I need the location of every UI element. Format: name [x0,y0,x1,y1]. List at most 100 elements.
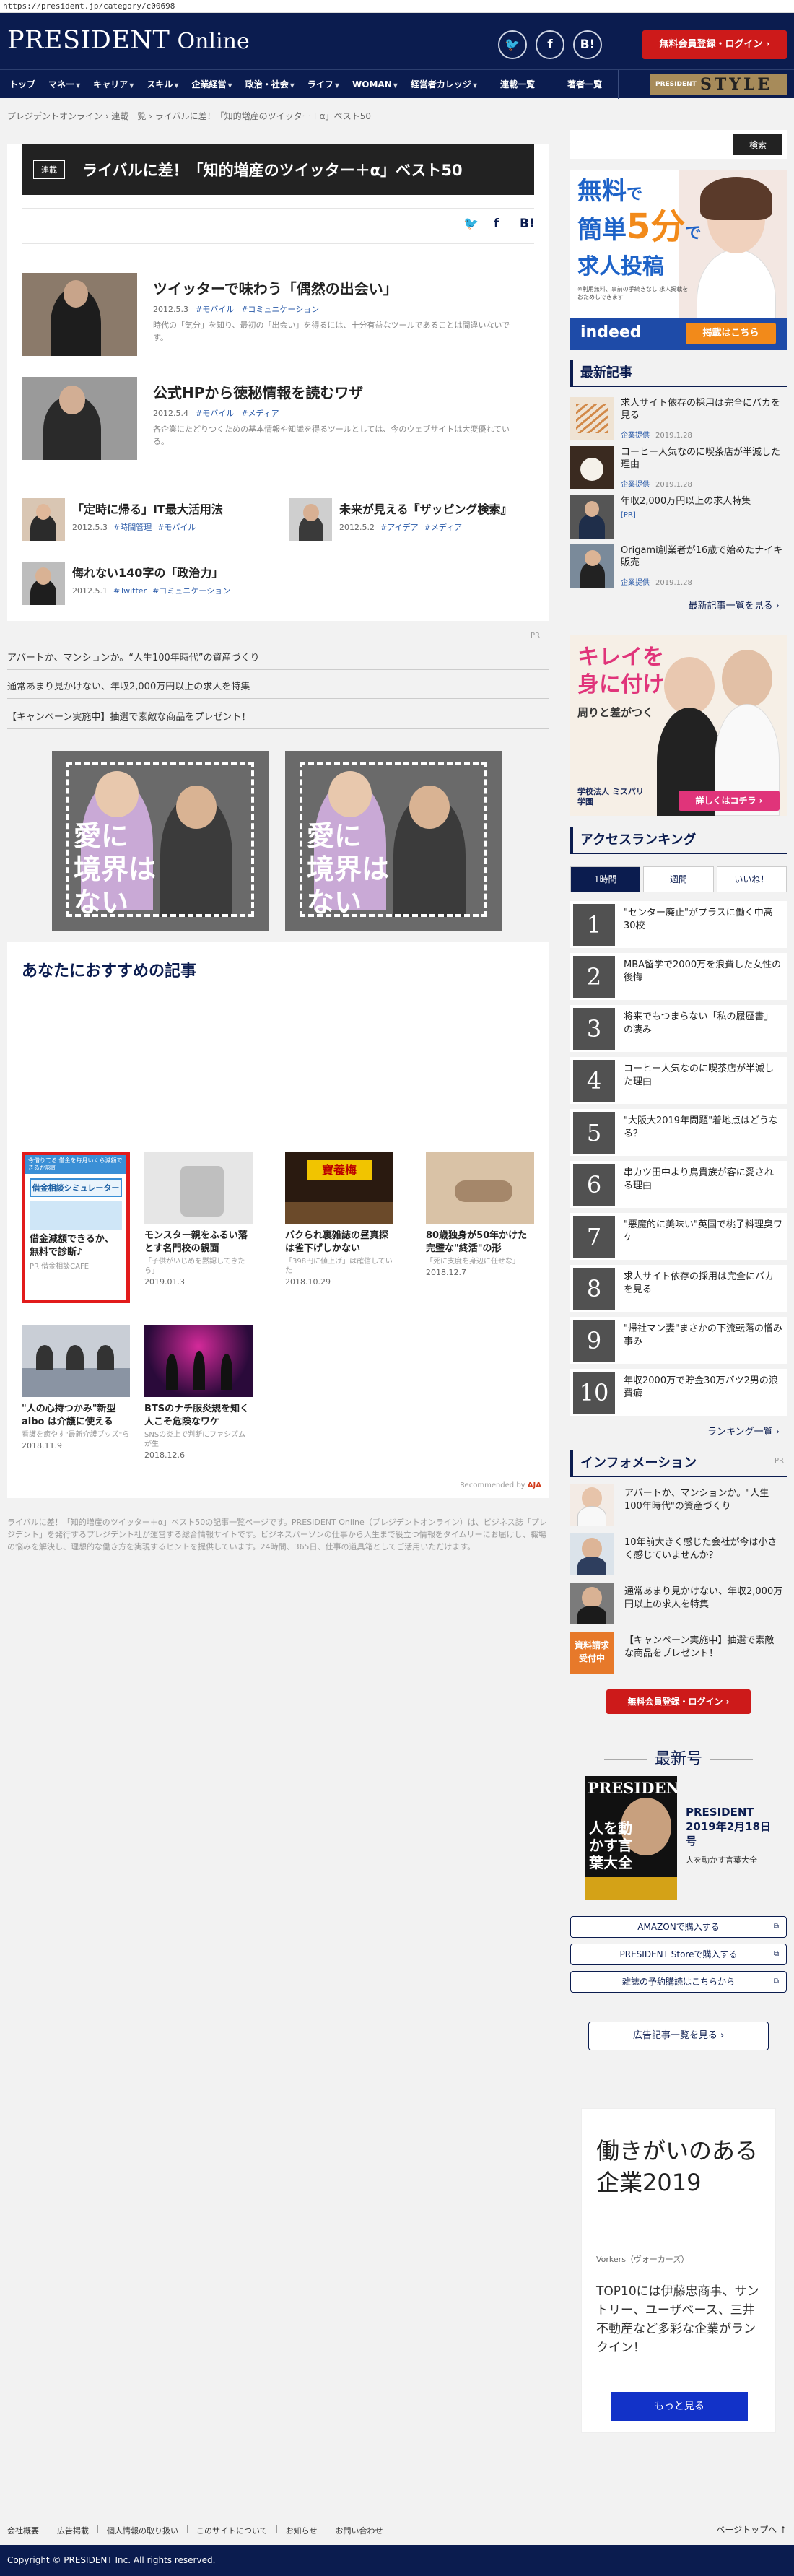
footer-link[interactable]: 会社概要 [7,2525,48,2536]
tag-link[interactable]: #メディア [424,523,462,532]
latest-thumbnail[interactable] [570,446,614,489]
article-item[interactable]: 未来が見える『ザッピング検索』 2012.5.2 #アイデア #メディア [289,498,549,543]
latest-title[interactable]: コーヒー人気なのに喫茶店が半減した理由 [621,446,783,471]
footer-link[interactable]: 広告掲載 [48,2525,98,2536]
info-thumbnail[interactable] [570,1533,614,1575]
ranking-item[interactable]: 6 串カツ田中より鳥貴族が客に愛される理由 [570,1161,787,1208]
page-top-link[interactable]: ページトップへ ↑ [716,2523,787,2536]
nav-politics[interactable]: 政治・社会 ▼ [239,78,301,90]
footer-link[interactable]: お問い合わせ [326,2525,391,2536]
article-thumbnail[interactable] [22,273,137,356]
recommend-ad-card[interactable]: 今借りてる 借金を毎月いくら減額できるか診断 借金相談シミュレーター 借金減額で… [22,1152,130,1303]
ranking-title[interactable]: "大阪大2019年問題"着地点はどうなる？ [624,1115,782,1141]
article-thumbnail[interactable] [22,377,137,460]
recommend-card[interactable]: BTSのナチ服炎規を知く人こそ危険なワケ SNSの炎上で判断にファシズムが生 2… [144,1325,253,1460]
article-title[interactable]: 「定時に帰る」IT最大活用法 [72,500,223,517]
article-title[interactable]: 侮れない140字の「政治力」 [72,563,223,580]
recommend-title-text[interactable]: 80歳独身が50年かけた完璧な"終活"の形 [426,1230,534,1256]
nav-series[interactable]: 連載一覧 [484,78,551,90]
buy-amazon-link[interactable]: AMAZONで購入する ⧉ [570,1916,787,1938]
ranking-title[interactable]: コーヒー人気なのに喫茶店が半減した理由 [624,1063,782,1089]
ranking-item[interactable]: 5 "大阪大2019年問題"着地点はどうなる？ [570,1109,787,1156]
nav-authors[interactable]: 著者一覧 [551,78,618,90]
info-item[interactable]: 資料請求 受付中 【キャンペーン実施中】抽選で素敵な商品をプレゼント！ [570,1632,787,1674]
tab-weekly[interactable]: 週間 [643,866,714,892]
info-thumbnail[interactable] [570,1484,614,1526]
latest-item[interactable]: コーヒー人気なのに喫茶店が半減した理由 企業提供 2019.1.28 [570,446,787,493]
latest-title[interactable]: 年収2,000万円以上の求人特集 [621,495,783,508]
search-input[interactable] [575,134,733,155]
ranking-title[interactable]: 年収2000万で貯金30万バツ2男の浪費癖 [624,1375,782,1401]
tab-hourly[interactable]: 1時間 [570,866,641,892]
info-item[interactable]: 通常あまり見かけない、年収2,000万円以上の求人を特集 [570,1583,787,1624]
recommend-title-text[interactable]: モンスター親をふるい落とす名門校の親面 [144,1230,253,1256]
tag-link[interactable]: #コミュニケーション [241,305,319,314]
recommend-title-text[interactable]: "人の心持つかみ"新型aibo は介護に使える [22,1403,130,1429]
recommend-thumbnail[interactable] [22,1325,130,1397]
latest-item[interactable]: 求人サイト依存の採用は完全にバカを見る 企業提供 2019.1.28 [570,397,787,444]
latest-title[interactable]: 求人サイト依存の採用は完全にバカを見る [621,397,783,422]
footer-link[interactable]: 個人情報の取り扱い [98,2525,188,2536]
ranking-title[interactable]: "センター廃止"がプラスに働く中高30校 [624,907,782,933]
info-title[interactable]: 10年前大きく感じた会社が今は小さく感じていませんか？ [624,1536,783,1562]
recommend-title-text[interactable]: バクられ裏雑誌の昼真探は雀下げしかない [285,1230,393,1256]
info-badge[interactable]: 資料請求 受付中 [570,1632,614,1674]
ranking-item[interactable]: 9 "帰社マン妻"まさかの下流転落の憎み事み [570,1317,787,1364]
ad-calc-box[interactable]: 今借りてる 借金を毎月いくら減額できるか診断 借金相談シミュレーター 借金減額で… [22,1152,130,1303]
article-title[interactable]: 未来が見える『ザッピング検索』 [339,500,512,517]
mispari-ad[interactable]: キレイを 身に付け 周りと差がつく 学校法人 ミスパリ学園 詳しくはコチラ › [570,635,787,816]
latest-thumbnail[interactable] [570,397,614,440]
latest-thumbnail[interactable] [570,495,614,539]
facebook-icon[interactable]: f [494,217,499,231]
footer-link[interactable]: お知らせ [277,2525,327,2536]
tag-link[interactable]: #Twitter [113,586,147,596]
info-title[interactable]: アパートか、マンションか。"人生100年時代"の資産づくり [624,1487,783,1513]
nav-skill[interactable]: スキル ▼ [140,78,185,90]
ranking-title[interactable]: MBA留学で2000万を浪費した女性の後悔 [624,959,782,985]
tab-likes[interactable]: いいね！ [716,866,787,892]
tag-link[interactable]: #コミュニケーション [152,586,230,596]
ranking-item[interactable]: 3 将来でもつまらない「私の履歴書」の凄み [570,1005,787,1052]
ranking-title[interactable]: "悪魔的に美味い"英国で桃子料理臭ワケ [624,1219,782,1245]
tag-link[interactable]: #アイデア [380,523,419,532]
article-item[interactable]: 「定時に帰る」IT最大活用法 2012.5.3 #時間管理 #モバイル [22,498,282,543]
pr-link[interactable]: 【キャンペーン実施中】抽選で素敵な商品をプレゼント！ [7,709,549,729]
tag-link[interactable]: #時間管理 [113,523,152,532]
vorkers-ad[interactable]: 働きがいのある企業2019 Vorkers（ヴォーカーズ） TOP10には伊藤忠… [581,2108,776,2433]
ad-cta-button[interactable]: 詳しくはコチラ › [679,791,780,811]
indeed-ad[interactable]: 無料で 簡単5分で 求人投稿 ※利用無料、事前の手続きなし 求人掲載をおためしで… [570,170,787,350]
nav-woman[interactable]: WOMAN ▼ [346,79,404,90]
hatena-icon[interactable]: B! [573,30,602,59]
ranking-item[interactable]: 7 "悪魔的に美味い"英国で桃子料理臭ワケ [570,1213,787,1260]
login-button[interactable]: 無料会員登録・ログイン › [606,1689,751,1714]
recommend-thumbnail[interactable]: 寶養梅 [285,1152,393,1224]
recommend-card[interactable]: 寶養梅 バクられ裏雑誌の昼真探は雀下げしかない 「398円に値上げ」は確信してい… [285,1152,393,1287]
search-button[interactable]: 検索 [733,134,782,155]
recommend-card[interactable]: "人の心持つかみ"新型aibo は介護に使える 看護を癒やす"最新介護ブッズ"ら… [22,1325,130,1450]
ad-cta-button[interactable]: 掲載はこちら [686,323,776,344]
ad-banner[interactable]: 愛に 境界は ない [52,751,269,931]
twitter-icon[interactable]: 🐦 [463,217,479,231]
breadcrumb[interactable]: プレジデントオンライン › 連載一覧 › ライバルに差！「知的増産のツイッター＋… [7,110,371,122]
ranking-item[interactable]: 2 MBA留学で2000万を浪費した女性の後悔 [570,953,787,1000]
info-thumbnail[interactable] [570,1583,614,1624]
latest-item[interactable]: Origami創業者が16歳で始めたナイキ販売 企業提供 2019.1.28 [570,544,787,591]
article-thumbnail[interactable] [289,498,332,541]
ranking-item[interactable]: 8 求人サイト依存の採用は完全にバカを見る [570,1265,787,1312]
article-title[interactable]: 公式HPから徳秘情報を読むワザ [153,381,363,402]
nav-money[interactable]: マネー ▼ [42,78,87,90]
ranking-item[interactable]: 10 年収2000万で貯金30万バツ2男の浪費癖 [570,1369,787,1416]
recommend-thumbnail[interactable] [426,1152,534,1224]
info-item[interactable]: アパートか、マンションか。"人生100年時代"の資産づくり [570,1484,787,1526]
twitter-icon[interactable]: 🐦 [498,30,527,59]
ad-more-button[interactable]: もっと見る [611,2392,748,2421]
ranking-title[interactable]: "帰社マン妻"まさかの下流転落の憎み事み [624,1323,782,1349]
recommend-thumbnail[interactable] [144,1152,253,1224]
nav-career[interactable]: キャリア ▼ [87,78,140,90]
article-item[interactable]: 侮れない140字の「政治力」 2012.5.1 #Twitter #コミュニケーショ… [22,562,282,606]
facebook-icon[interactable]: f [536,30,564,59]
ad-list-link[interactable]: 広告記事一覧を見る › [588,2022,769,2050]
hatena-icon[interactable]: B! [520,217,535,231]
pr-link[interactable]: 通常あまり見かけない、年収2,000万円以上の求人を特集 [7,679,549,699]
info-item[interactable]: 10年前大きく感じた会社が今は小さく感じていませんか？ [570,1533,787,1575]
